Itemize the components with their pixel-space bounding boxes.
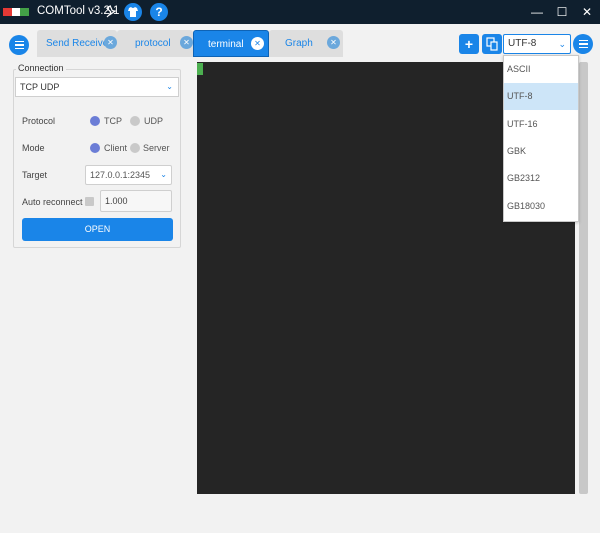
terminal-cursor <box>197 63 203 75</box>
chevron-down-icon: ⌄ <box>160 170 167 179</box>
chevron-down-icon: ⌄ <box>166 82 173 91</box>
minimize-button[interactable]: — <box>527 2 547 22</box>
radio-client[interactable] <box>90 143 100 153</box>
encoding-option-utf-16[interactable]: UTF-16 <box>504 111 578 138</box>
open-button[interactable]: OPEN <box>22 218 173 241</box>
close-icon[interactable]: ✕ <box>104 36 117 49</box>
connection-type-select[interactable]: TCP UDP ⌄ <box>15 77 179 97</box>
protocol-label: Protocol <box>22 116 56 126</box>
radio-server-label: Server <box>143 143 170 153</box>
chevron-down-icon: ⌄ <box>558 39 566 49</box>
vertical-scrollbar[interactable] <box>579 62 588 494</box>
maximize-button[interactable]: ☐ <box>552 2 572 22</box>
mode-label: Mode <box>22 143 45 153</box>
close-icon[interactable]: ✕ <box>180 36 193 49</box>
encoding-option-gb18030[interactable]: GB18030 <box>504 193 578 220</box>
pin-icon[interactable] <box>104 4 120 20</box>
right-menu-button[interactable] <box>573 34 593 54</box>
encoding-dropdown: ASCII UTF-8 UTF-16 GBK GB2312 GB18030 <box>503 55 579 222</box>
encoding-option-ascii[interactable]: ASCII <box>504 56 578 83</box>
encoding-select[interactable]: UTF-8 ⌄ <box>503 34 571 54</box>
tab-label: Graph <box>285 38 313 49</box>
tab-graph[interactable]: Graph ✕ <box>269 30 343 57</box>
auto-reconnect-checkbox[interactable] <box>85 197 94 206</box>
radio-tcp-label: TCP <box>104 116 122 126</box>
target-field[interactable]: 127.0.0.1:2345 ⌄ <box>85 165 172 185</box>
tab-send-receive[interactable]: Send Receive ✕ <box>37 30 117 57</box>
radio-udp-label: UDP <box>144 116 164 126</box>
help-button[interactable]: ? <box>150 3 168 21</box>
target-value: 127.0.0.1:2345 <box>90 170 151 180</box>
radio-udp[interactable] <box>130 116 140 126</box>
encoding-option-utf-8[interactable]: UTF-8 <box>504 83 578 110</box>
encoding-option-gbk[interactable]: GBK <box>504 138 578 165</box>
left-menu-button[interactable] <box>9 35 29 55</box>
reconnect-interval-input[interactable]: 1.000 <box>100 190 172 212</box>
close-button[interactable]: ✕ <box>577 2 597 22</box>
close-icon[interactable]: ✕ <box>327 36 340 49</box>
tab-terminal[interactable]: terminal ✕ <box>193 30 269 57</box>
skin-icon[interactable] <box>124 3 142 21</box>
add-button[interactable]: + <box>459 34 479 54</box>
translate-icon[interactable] <box>482 34 502 54</box>
connection-group-title: Connection <box>16 63 66 73</box>
tab-label: terminal <box>208 39 244 50</box>
connection-type-value: TCP UDP <box>20 82 60 92</box>
encoding-option-gb2312[interactable]: GB2312 <box>504 165 578 192</box>
title-bar: COMTool v3.2.1 ? — ☐ ✕ <box>0 0 600 24</box>
target-label: Target <box>22 170 48 180</box>
app-logo <box>3 8 29 16</box>
radio-client-label: Client <box>104 143 128 153</box>
tab-protocol[interactable]: protocol ✕ <box>117 30 193 57</box>
radio-server[interactable] <box>130 143 140 153</box>
tab-label: protocol <box>135 38 171 49</box>
auto-reconnect-label: Auto reconnect <box>22 197 83 207</box>
tab-label: Send Receive <box>46 38 109 49</box>
radio-tcp[interactable] <box>90 116 100 126</box>
close-icon[interactable]: ✕ <box>251 37 264 50</box>
encoding-value: UTF-8 <box>508 38 537 49</box>
